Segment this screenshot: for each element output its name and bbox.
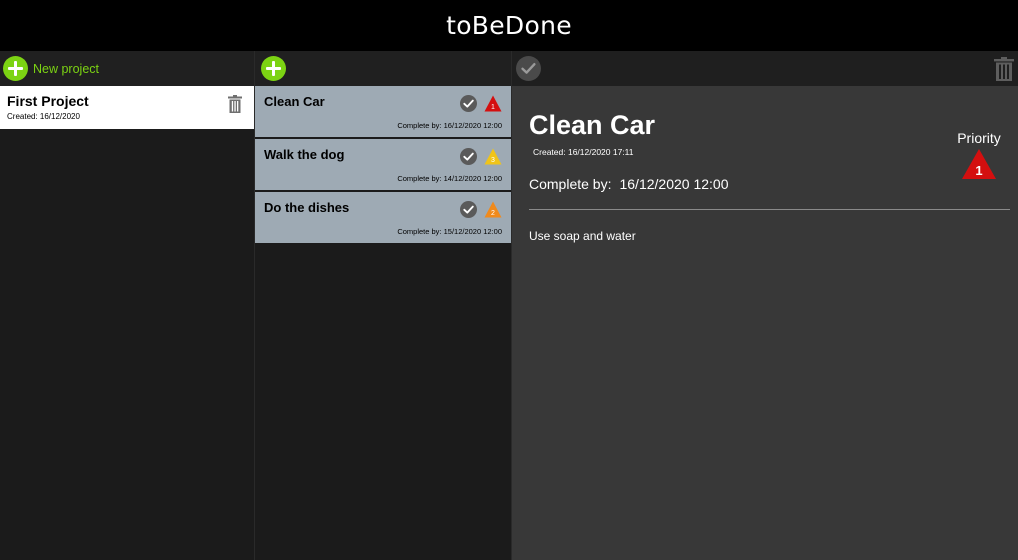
task-item[interactable]: Walk the dog 3 Complete by: 14/12/2020 1… xyxy=(255,139,511,192)
complete-task-check-icon[interactable] xyxy=(460,95,477,112)
delete-project-trash-icon[interactable] xyxy=(228,95,242,113)
detail-due-value: 16/12/2020 12:00 xyxy=(619,176,729,192)
detail-created: Created: 16/12/2020 17:11 xyxy=(533,147,634,157)
delete-task-trash-icon[interactable] xyxy=(994,56,1014,81)
priority-number: 1 xyxy=(491,104,495,111)
priority-number: 1 xyxy=(975,163,982,178)
priority-warning-icon: 1 xyxy=(962,149,996,179)
detail-title: Clean Car xyxy=(529,110,656,140)
complete-check-icon[interactable] xyxy=(516,56,541,81)
tasks-column: Clean Car 1 Complete by: 16/12/2020 12:0… xyxy=(255,51,512,560)
projects-toolbar: New project xyxy=(0,51,254,86)
priority-indicator: Priority 1 xyxy=(954,130,1004,184)
app-header: toBeDone xyxy=(0,0,1018,51)
projects-column: New project First Project Created: 16/12… xyxy=(0,51,255,560)
task-detail-panel: Clean Car Created: 16/12/2020 17:11 Comp… xyxy=(512,51,1018,560)
detail-divider xyxy=(529,209,1010,210)
add-project-icon[interactable] xyxy=(3,56,28,81)
priority-warning-icon: 3 xyxy=(484,148,502,165)
complete-task-check-icon[interactable] xyxy=(460,201,477,218)
project-item[interactable]: First Project Created: 16/12/2020 xyxy=(0,86,254,129)
detail-toolbar xyxy=(512,51,1018,86)
detail-due: Complete by: 16/12/2020 12:00 xyxy=(529,176,1010,192)
priority-label: Priority xyxy=(957,130,1001,146)
task-item[interactable]: Do the dishes 2 Complete by: 15/12/2020 … xyxy=(255,192,511,245)
task-due: Complete by: 14/12/2020 12:00 xyxy=(397,174,502,183)
task-due: Complete by: 16/12/2020 12:00 xyxy=(397,121,502,130)
detail-description: Use soap and water xyxy=(529,229,636,243)
priority-warning-icon: 2 xyxy=(484,201,502,218)
project-created: Created: 16/12/2020 xyxy=(7,112,80,121)
project-name: First Project xyxy=(7,93,89,109)
task-item[interactable]: Clean Car 1 Complete by: 16/12/2020 12:0… xyxy=(255,86,511,139)
task-due: Complete by: 15/12/2020 12:00 xyxy=(397,227,502,236)
priority-number: 3 xyxy=(491,157,495,164)
complete-task-check-icon[interactable] xyxy=(460,148,477,165)
priority-warning-icon: 1 xyxy=(484,95,502,112)
detail-due-label: Complete by: xyxy=(529,176,612,192)
priority-number: 2 xyxy=(491,210,495,217)
app-title: toBeDone xyxy=(446,11,572,40)
new-project-button[interactable]: New project xyxy=(33,62,99,76)
add-task-icon[interactable] xyxy=(261,56,286,81)
tasks-toolbar xyxy=(255,51,511,86)
app-root: toBeDone New project First Project Creat… xyxy=(0,0,1018,560)
detail-body: Clean Car Created: 16/12/2020 17:11 Comp… xyxy=(512,110,1018,243)
